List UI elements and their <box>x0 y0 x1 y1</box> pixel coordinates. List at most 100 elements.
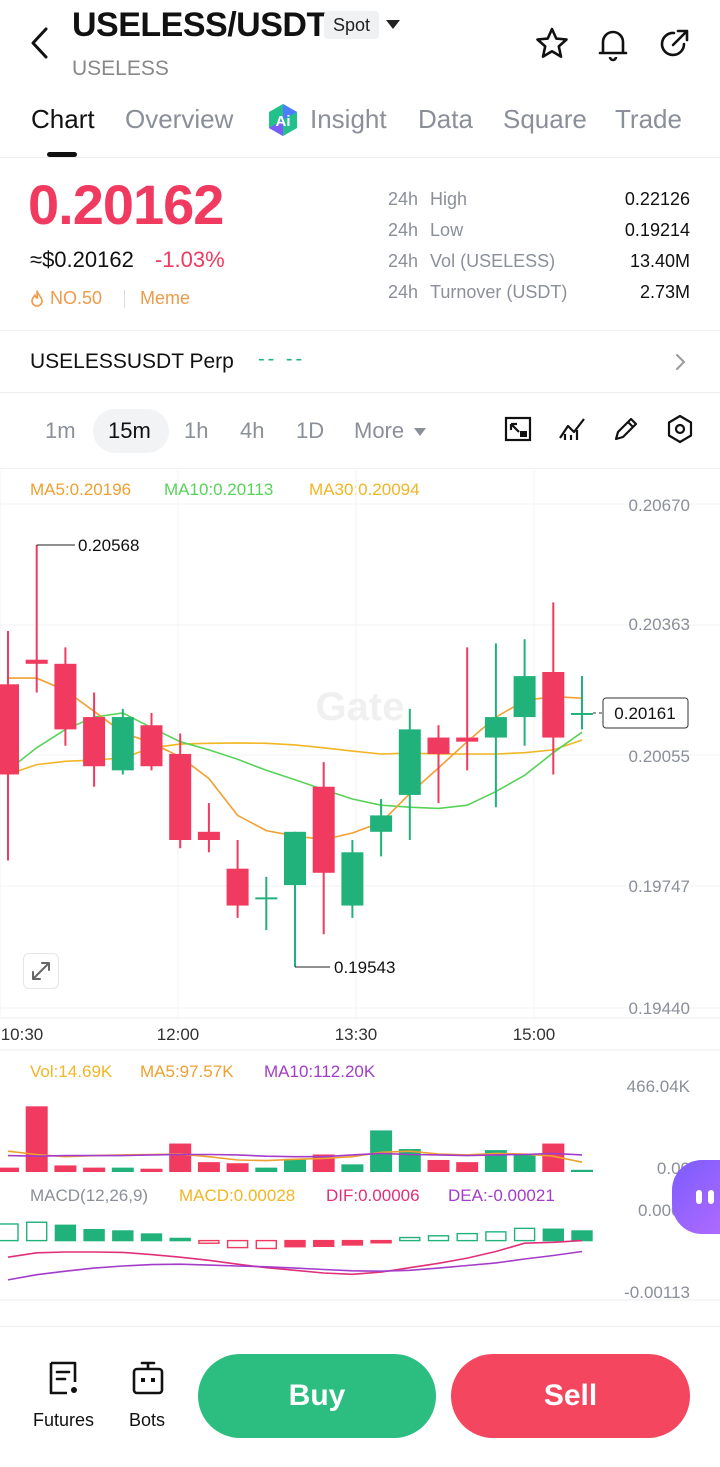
tab-insight[interactable]: Insight <box>310 104 387 135</box>
bots-icon[interactable] <box>131 1360 165 1396</box>
fullscreen-button[interactable] <box>23 953 59 989</box>
buy-button[interactable]: Buy <box>198 1354 436 1438</box>
divider <box>0 468 720 469</box>
indicator-icon[interactable] <box>557 414 587 444</box>
candle-body <box>25 659 48 664</box>
tab-overview[interactable]: Overview <box>125 104 233 135</box>
time-tick-label: 10:30 <box>1 1025 44 1044</box>
candle-body <box>312 786 335 873</box>
macd-bar <box>198 1239 220 1244</box>
price-change: -1.03% <box>155 247 225 272</box>
interval-more[interactable]: More <box>354 418 427 444</box>
volume-bar <box>54 1165 77 1172</box>
draw-pen-icon[interactable] <box>611 414 641 444</box>
macd-title: MACD(12,26,9) <box>30 1186 149 1205</box>
volume-bar <box>571 1169 593 1172</box>
candle-body <box>341 852 364 906</box>
stat-vol-value: 13.40M <box>629 251 690 271</box>
price-tick-label: 0.20055 <box>629 747 690 766</box>
macd-bar <box>313 1239 335 1247</box>
category-tag[interactable]: Meme <box>140 288 190 309</box>
perp-link-label[interactable]: USELESSUSDT Perp <box>30 350 234 374</box>
current-price-label: 0.20161 <box>614 704 675 723</box>
futures-icon[interactable] <box>47 1360 81 1396</box>
macd-bar <box>370 1239 392 1244</box>
candle-body <box>111 717 134 771</box>
interval-4h[interactable]: 4h <box>240 418 264 444</box>
volume-bar <box>169 1143 192 1172</box>
chevron-right-icon[interactable] <box>674 353 686 371</box>
share-icon[interactable] <box>656 26 692 62</box>
chevron-down-icon[interactable] <box>386 20 400 29</box>
volume-legend: Vol:14.69K <box>30 1062 113 1081</box>
volume-bar <box>83 1167 106 1172</box>
candle-body <box>542 672 565 738</box>
candle-body <box>513 676 536 718</box>
volume-bar <box>284 1158 306 1172</box>
stat-turnover-value: 2.73M <box>639 282 690 302</box>
volume-bar <box>111 1167 134 1172</box>
stat-vol-label: 24h Vol (USELESS) <box>388 251 556 271</box>
stat-high-value: 0.22126 <box>624 189 690 209</box>
back-arrow-icon[interactable] <box>26 26 56 60</box>
candle-body <box>571 712 593 715</box>
volume-bar <box>456 1162 479 1172</box>
candlestick-chart[interactable]: Gate 0.20670 0.20363 0.20055 0.19747 0.19440… <box>0 470 720 1310</box>
divider <box>0 330 720 331</box>
tab-square[interactable]: Square <box>503 104 587 135</box>
chart-type-icon[interactable] <box>503 414 533 444</box>
macd-bar <box>571 1230 593 1242</box>
candle-body <box>255 897 278 900</box>
macd-bar <box>26 1221 48 1242</box>
market-type-badge[interactable]: Spot <box>324 11 380 39</box>
macd-bar <box>226 1239 249 1249</box>
candle-body <box>484 717 507 738</box>
candle-body <box>370 815 393 832</box>
pair-title[interactable]: USELESS/USDT <box>72 6 327 45</box>
candle-body <box>0 684 19 775</box>
interval-1m[interactable]: 1m <box>45 418 76 444</box>
tab-chart[interactable]: Chart <box>31 104 95 135</box>
interval-1d[interactable]: 1D <box>296 418 324 444</box>
volume-bar <box>427 1159 450 1172</box>
macd-legend: MACD:0.00028 <box>179 1186 296 1205</box>
perp-value: -- -- <box>258 348 306 370</box>
interval-15m[interactable]: 15m <box>108 418 151 444</box>
active-tab-indicator <box>47 152 77 157</box>
ai-insight-icon[interactable]: Ai <box>266 103 300 137</box>
macd-bar <box>140 1233 163 1242</box>
dif-legend: DIF:0.00006 <box>326 1186 420 1205</box>
futures-label[interactable]: Futures <box>33 1410 94 1431</box>
bots-label[interactable]: Bots <box>129 1410 165 1431</box>
macd-bar <box>542 1228 564 1242</box>
candle-body <box>226 868 249 906</box>
macd-bar <box>0 1223 19 1242</box>
star-icon[interactable] <box>534 26 570 62</box>
macd-bar <box>341 1239 364 1246</box>
volume-bar <box>341 1164 364 1172</box>
tab-data[interactable]: Data <box>418 104 473 135</box>
macd-bar <box>513 1227 536 1242</box>
tab-trade[interactable]: Trade <box>615 104 682 135</box>
low-marker-label: 0.19543 <box>334 958 395 977</box>
bell-icon[interactable] <box>595 26 631 62</box>
time-tick-label: 15:00 <box>513 1025 556 1044</box>
macd-bar <box>112 1230 134 1242</box>
volume-bar <box>0 1167 19 1172</box>
watermark: Gate <box>316 685 405 729</box>
macd-bar <box>456 1232 478 1242</box>
settings-icon[interactable] <box>665 414 695 444</box>
price-tick-label: 0.19440 <box>629 999 690 1018</box>
macd-bar <box>427 1235 450 1242</box>
candle-body <box>398 729 421 795</box>
usd-price: ≈$0.20162 <box>30 247 134 272</box>
stat-turnover-label: 24h Turnover (USDT) <box>388 282 568 302</box>
assistant-bot-button[interactable] <box>672 1160 720 1234</box>
interval-1h[interactable]: 1h <box>184 418 208 444</box>
sell-button[interactable]: Sell <box>451 1354 690 1438</box>
pair-subtitle: USELESS <box>72 57 169 80</box>
candle-body <box>54 663 77 730</box>
rank-badge[interactable]: NO.50 <box>30 288 102 309</box>
volume-bar <box>197 1162 220 1172</box>
macd-bar <box>284 1239 306 1248</box>
